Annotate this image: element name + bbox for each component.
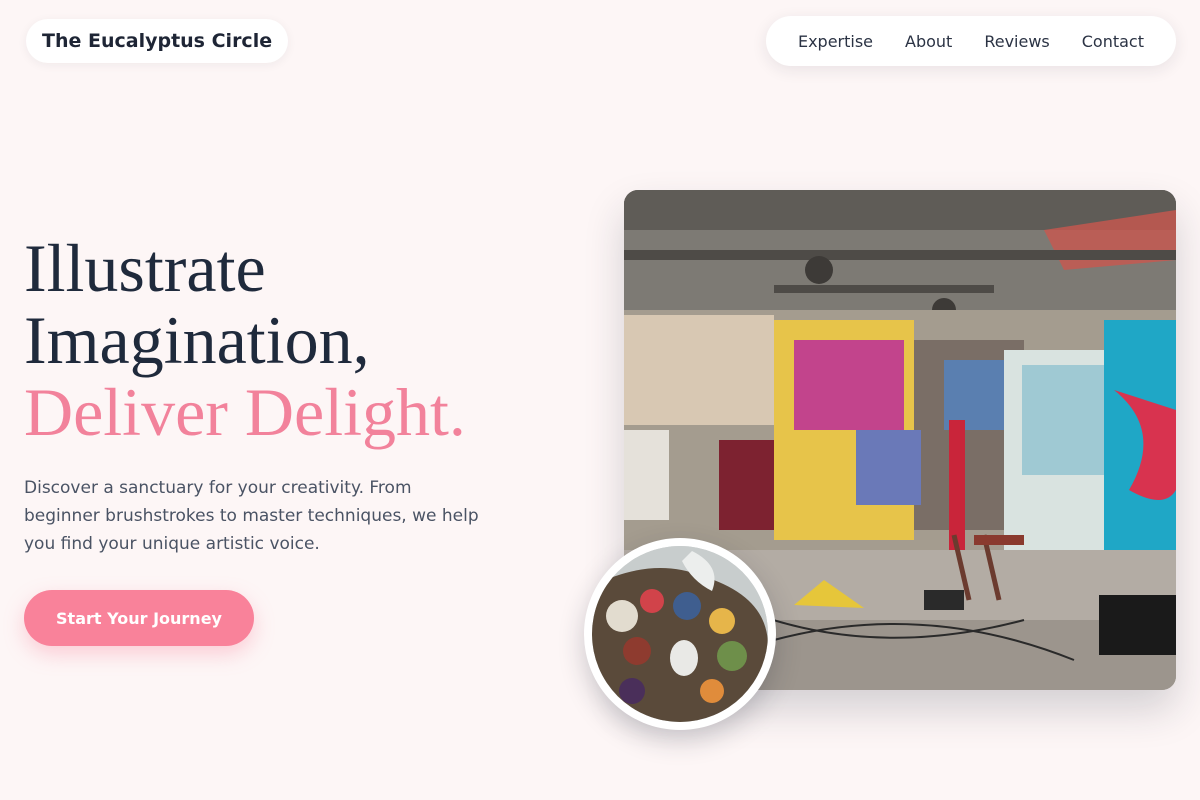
nav-link-reviews[interactable]: Reviews xyxy=(968,32,1065,51)
nav-link-contact[interactable]: Contact xyxy=(1066,32,1160,51)
palette-photo-badge xyxy=(584,538,776,730)
headline-accent: Deliver Delight. xyxy=(24,374,466,450)
headline-line-1: Illustrate xyxy=(24,230,266,306)
hero-headline: Illustrate Imagination, Deliver Delight. xyxy=(24,232,584,448)
hero-description: Discover a sanctuary for your creativity… xyxy=(24,478,479,554)
start-journey-button[interactable]: Start Your Journey xyxy=(24,590,254,646)
headline-line-2: Imagination, xyxy=(24,302,370,378)
nav-link-expertise[interactable]: Expertise xyxy=(782,32,889,51)
brand-logo[interactable]: The Eucalyptus Circle xyxy=(26,19,289,63)
nav-link-about[interactable]: About xyxy=(889,32,968,51)
palette-photo xyxy=(592,546,768,722)
main-nav: Expertise About Reviews Contact xyxy=(765,16,1176,66)
